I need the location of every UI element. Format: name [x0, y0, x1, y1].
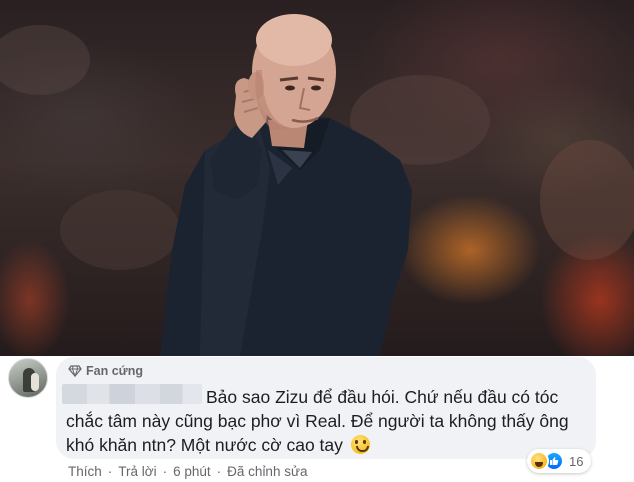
haha-icon [529, 451, 549, 471]
reactions-summary[interactable]: 16 [527, 449, 592, 473]
edited-label[interactable]: Đã chỉnh sửa [227, 464, 307, 479]
comment-line-1: Bảo sao Zizu để đầu hói. Chứ nếu đầu có … [206, 387, 559, 407]
comment-line-2: chắc tâm này cũng bạc phơ vì Real. Để ng… [66, 411, 569, 431]
top-fan-badge: Fan cứng [68, 363, 143, 379]
like-button[interactable]: Thích [68, 464, 102, 479]
post-photo[interactable] [0, 0, 634, 356]
separator-dot: · [216, 463, 222, 479]
separator-dot: · [107, 463, 113, 479]
reaction-count: 16 [569, 453, 584, 469]
comment-body: Bảo sao Zizu để đầu hói. Chứ nếu đầu có … [66, 385, 586, 457]
comment-actions: Thích · Trả lời · 6 phút · Đã chỉnh sửa [68, 462, 308, 480]
commenter-avatar[interactable] [8, 358, 48, 398]
grinning-emoji-icon [350, 435, 370, 454]
reply-button[interactable]: Trả lời [118, 464, 156, 479]
timestamp-link[interactable]: 6 phút [173, 464, 211, 479]
comment-line-3: khó khăn ntn? Một nước cờ cao tay [66, 433, 586, 457]
comment-line-3-text: khó khăn ntn? Một nước cờ cao tay [66, 435, 343, 455]
photo-illustration [0, 14, 634, 356]
badge-label: Fan cứng [86, 364, 143, 378]
avatar-figure-secondary [31, 373, 39, 391]
diamond-icon [68, 365, 82, 378]
separator-dot: · [162, 463, 168, 479]
